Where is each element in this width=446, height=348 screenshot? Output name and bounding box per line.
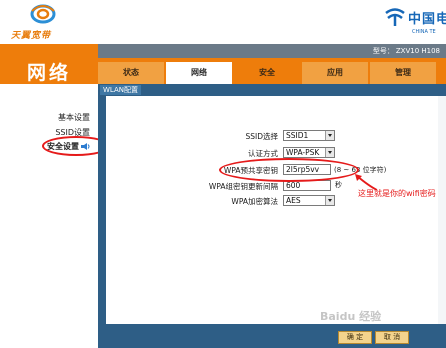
tab-network[interactable]: 网络 <box>166 62 232 84</box>
nav-basic-settings[interactable]: 基本设置 <box>58 112 90 123</box>
ssid-select-row: SSID选择 <box>180 130 278 142</box>
sub-nav-bar: WLAN配置 <box>98 84 446 96</box>
chevron-down-icon <box>325 196 334 205</box>
model-strip: 型号： ZXV10 H108 <box>98 44 446 58</box>
tab-management[interactable]: 管理 <box>370 62 436 84</box>
chevron-down-icon <box>325 131 334 140</box>
main-tabs: 状态 网络 安全 应用 管理 <box>98 62 446 84</box>
brand-right-en: CHINA TE <box>412 29 436 35</box>
top-banner: 天翼宽带 中国电 CHINA TE <box>0 0 446 44</box>
psk-highlight-circle <box>219 158 359 182</box>
model-label: 型号： <box>372 47 394 55</box>
tab-application[interactable]: 应用 <box>302 62 368 84</box>
china-telecom-mark-icon <box>385 8 405 26</box>
model-value: ZXV10 H108 <box>395 47 440 55</box>
ssid-select[interactable]: SSID1 <box>283 130 335 141</box>
model-info: 型号： ZXV10 H108 <box>371 46 440 56</box>
tab-security[interactable]: 安全 <box>234 62 300 84</box>
tab-status[interactable]: 状态 <box>98 62 164 84</box>
watermark: Baidu 经验 <box>320 310 382 323</box>
ok-button[interactable]: 确 定 <box>338 331 372 344</box>
auth-mode-select[interactable]: WPA-PSK <box>283 147 335 158</box>
encryption-select[interactable]: AES <box>283 195 335 206</box>
encryption-row: WPA加密算法 <box>180 195 278 207</box>
cancel-button[interactable]: 取 消 <box>375 331 409 344</box>
left-nav: 基本设置 SSID设置 安全设置 <box>0 84 110 348</box>
tianyi-logo: 天翼宽带 <box>5 3 85 41</box>
rekey-label: WPA组密钥更新间隔 <box>208 182 278 191</box>
encryption-label: WPA加密算法 <box>231 197 278 206</box>
section-title: 网络 <box>0 44 98 84</box>
brand-left-text: 天翼宽带 <box>11 31 52 41</box>
annotation-text: 这里就是你的wifi密码 <box>358 189 436 198</box>
chevron-down-icon <box>325 148 334 157</box>
footer-left-area <box>0 324 98 348</box>
rekey-unit: 秒 <box>335 181 342 189</box>
tianyi-ring-icon <box>30 4 56 24</box>
rekey-row: WPA组密钥更新间隔 <box>180 180 278 192</box>
subnav-wlan-config[interactable]: WLAN配置 <box>100 85 142 95</box>
ssid-select-value: SSID1 <box>286 131 309 140</box>
encryption-value: AES <box>286 196 301 205</box>
ssid-select-label: SSID选择 <box>245 132 278 141</box>
auth-mode-row: 认证方式 <box>180 147 278 159</box>
auth-mode-value: WPA-PSK <box>286 148 320 157</box>
china-telecom-logo: 中国电 CHINA TE <box>384 3 446 41</box>
brand-right-cn: 中国电 <box>408 12 446 27</box>
content-edge <box>438 96 446 324</box>
